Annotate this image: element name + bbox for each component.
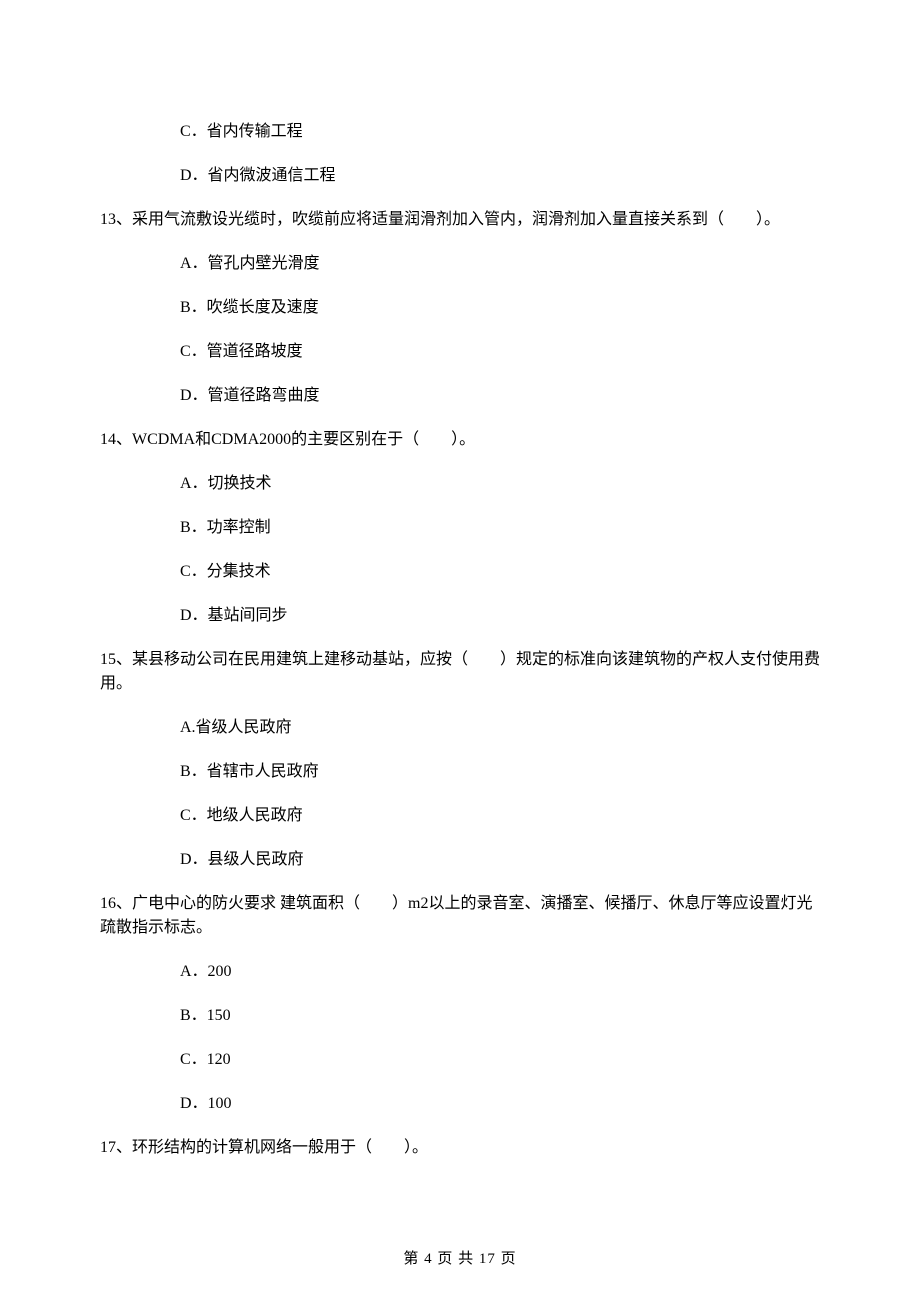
q17-stem: 17、环形结构的计算机网络一般用于（ ）。	[100, 1126, 820, 1170]
q16-stem: 16、广电中心的防火要求 建筑面积（ ）m2以上的录音室、演播室、候播厅、休息厅…	[100, 882, 820, 950]
q16-option-a: A．200	[100, 950, 820, 994]
q14-stem: 14、WCDMA和CDMA2000的主要区别在于（ ）。	[100, 418, 820, 462]
document-page: C．省内传输工程 D．省内微波通信工程 13、采用气流敷设光缆时，吹缆前应将适量…	[0, 0, 920, 1302]
q15-option-a: A.省级人民政府	[100, 706, 820, 750]
q14-option-a: A．切换技术	[100, 462, 820, 506]
q16-option-c: C．120	[100, 1038, 820, 1082]
q14-option-b: B．功率控制	[100, 506, 820, 550]
q14-option-c: C．分集技术	[100, 550, 820, 594]
q13-option-a: A．管孔内壁光滑度	[100, 242, 820, 286]
q15-option-d: D．县级人民政府	[100, 838, 820, 882]
q12-option-d: D．省内微波通信工程	[100, 154, 820, 198]
q12-option-c: C．省内传输工程	[100, 110, 820, 154]
page-footer: 第 4 页 共 17 页	[0, 1248, 920, 1271]
q13-stem: 13、采用气流敷设光缆时，吹缆前应将适量润滑剂加入管内，润滑剂加入量直接关系到（…	[100, 198, 820, 242]
q15-option-b: B．省辖市人民政府	[100, 750, 820, 794]
q15-option-c: C．地级人民政府	[100, 794, 820, 838]
q13-option-d: D．管道径路弯曲度	[100, 374, 820, 418]
q15-stem: 15、某县移动公司在民用建筑上建移动基站，应按（ ）规定的标准向该建筑物的产权人…	[100, 638, 820, 706]
q16-option-d: D．100	[100, 1082, 820, 1126]
q16-option-b: B．150	[100, 994, 820, 1038]
q14-option-d: D．基站间同步	[100, 594, 820, 638]
q13-option-b: B．吹缆长度及速度	[100, 286, 820, 330]
q13-option-c: C．管道径路坡度	[100, 330, 820, 374]
